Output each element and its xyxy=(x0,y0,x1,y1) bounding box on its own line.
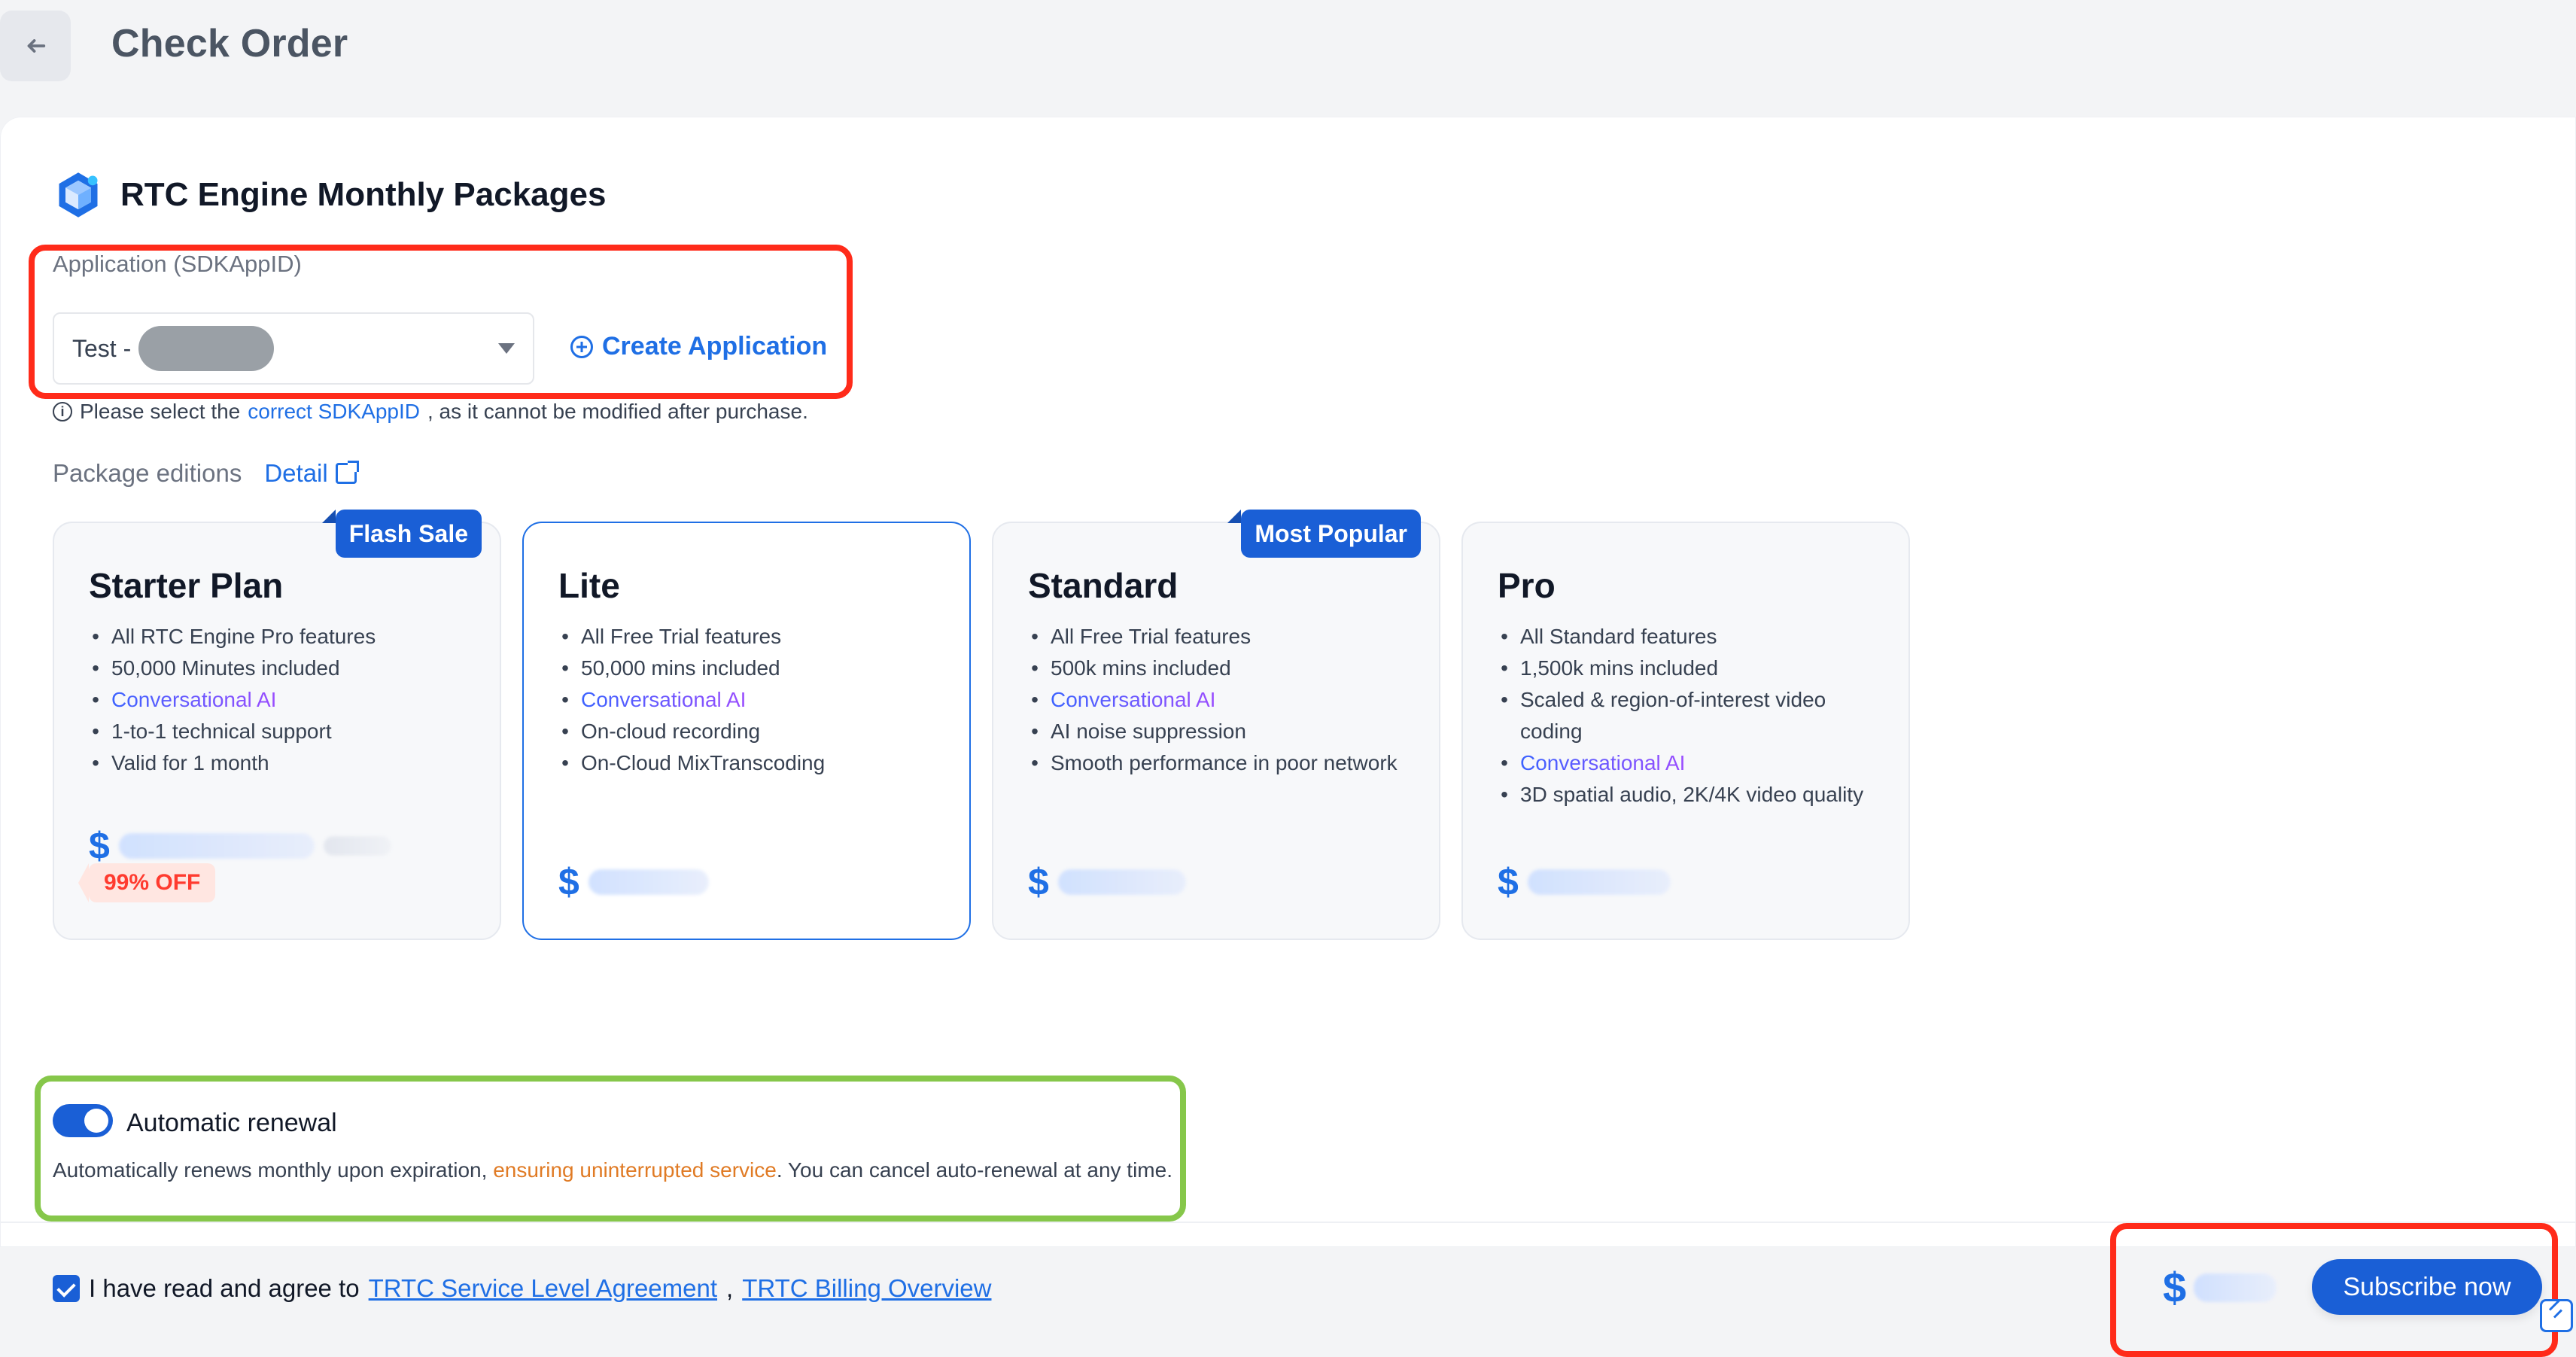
feature-item: • On-Cloud MixTranscoding xyxy=(561,751,826,774)
blurred-price xyxy=(1057,869,1186,895)
footer-divider xyxy=(0,1222,2576,1223)
feature-item: • Valid for 1 month xyxy=(92,751,269,774)
detail-label: Detail xyxy=(264,459,328,487)
total-price: $ xyxy=(2163,1264,2277,1311)
plus-circle-icon xyxy=(570,335,593,358)
create-application-link[interactable]: Create Application xyxy=(570,332,827,361)
highlight-box-renewal xyxy=(35,1076,1186,1222)
cube-logo-icon xyxy=(59,172,98,218)
blurred-price xyxy=(118,833,315,859)
feature-item: • All Free Trial features xyxy=(1031,625,1252,648)
blurred-price xyxy=(1527,869,1671,895)
renewal-desc-highlight: ensuring uninterrupted service xyxy=(493,1158,777,1182)
page-title: Check Order xyxy=(111,22,348,65)
billing-overview-link[interactable]: TRTC Billing Overview xyxy=(742,1274,991,1303)
most-popular-badge: Most Popular xyxy=(1227,510,1421,558)
price-row: $ xyxy=(558,863,709,901)
feature-item: • 50,000 Minutes included xyxy=(92,656,340,680)
feature-list: • All Free Trial features • 500k mins incl… xyxy=(1028,621,1404,779)
price-row: $ xyxy=(89,827,391,865)
discount-badge: 99% OFF xyxy=(89,863,216,902)
detail-link[interactable]: Detail xyxy=(264,459,359,488)
note-prefix: Please select the xyxy=(80,400,241,423)
sdkappid-select[interactable]: Test - xyxy=(53,312,534,385)
feature-item: • Conversational AI xyxy=(89,684,465,716)
package-name: Pro xyxy=(1498,566,1556,605)
package-card-lite[interactable]: Lite • All Free Trial features • 50,000 mi… xyxy=(522,522,971,940)
renewal-desc-prefix: Automatically renews monthly upon expira… xyxy=(53,1158,488,1182)
agreement-checkbox[interactable] xyxy=(53,1275,80,1302)
product-title: RTC Engine Monthly Packages xyxy=(120,176,607,213)
feature-list: • All RTC Engine Pro features • 50,000 Min… xyxy=(89,621,465,779)
feature-item: • 1,500k mins included xyxy=(1501,656,1719,680)
price-symbol: $ xyxy=(558,861,579,903)
feature-item: • AI noise suppression xyxy=(1031,720,1246,743)
feature-item: • 3D spatial audio, 2K/4K video quality xyxy=(1501,783,1864,806)
application-note: i Please select the correct SDKAppID , a… xyxy=(53,400,808,424)
price-symbol: $ xyxy=(1498,861,1519,903)
feature-item: • Scaled & region-of-interest video codin… xyxy=(1501,688,1826,743)
package-card-standard[interactable]: Most Popular Standard • All Free Trial fe… xyxy=(992,510,1440,940)
product-header: RTC Engine Monthly Packages xyxy=(53,169,606,221)
order-panel: RTC Engine Monthly Packages Application … xyxy=(0,117,2576,1357)
blurred-original-price xyxy=(323,836,391,856)
feature-item: • 500k mins included xyxy=(1031,656,1231,680)
feature-item: • Conversational AI xyxy=(1498,747,1874,779)
feature-item: • Conversational AI xyxy=(1028,684,1404,716)
price-symbol: $ xyxy=(1028,861,1049,903)
total-price-symbol: $ xyxy=(2163,1264,2187,1311)
auto-renewal-title: Automatic renewal xyxy=(126,1109,337,1137)
package-editions-label: Package editions xyxy=(53,459,242,487)
price-row: $ xyxy=(1498,863,1671,901)
auto-renewal-description: Automatically renews monthly upon expira… xyxy=(53,1158,1172,1182)
package-name: Lite xyxy=(558,566,620,605)
blurred-price xyxy=(588,869,709,895)
agreement-row: I have read and agree to TRTC Service Le… xyxy=(53,1274,992,1303)
agreement-comma: , xyxy=(726,1274,734,1302)
chevron-down-icon xyxy=(498,343,515,354)
renewal-desc-suffix: . You can cancel auto-renewal at any tim… xyxy=(776,1158,1172,1182)
redacted-app-id xyxy=(138,326,275,371)
feature-item: • All Free Trial features xyxy=(561,625,782,648)
back-arrow-icon xyxy=(27,39,46,53)
price-symbol: $ xyxy=(89,825,110,867)
feature-list: • All Free Trial features • 50,000 mins in… xyxy=(558,621,935,779)
external-link-icon xyxy=(335,461,359,484)
feature-list: • All Standard features • 1,500k mins incl… xyxy=(1498,621,1874,811)
blurred-total-price xyxy=(2194,1273,2277,1302)
package-editions-header: Package editions Detail xyxy=(53,459,359,488)
feature-item: • 50,000 mins included xyxy=(561,656,780,680)
feature-item: • All Standard features xyxy=(1501,625,1717,648)
feature-item: • 1-to-1 technical support xyxy=(92,720,332,743)
feature-item: • On-cloud recording xyxy=(561,720,761,743)
sla-link[interactable]: TRTC Service Level Agreement xyxy=(369,1274,717,1303)
agreement-prefix: I have read and agree to xyxy=(89,1274,360,1302)
package-card-pro[interactable]: Pro • All Standard features • 1,500k mins … xyxy=(1461,522,1910,940)
correct-sdkappid-link[interactable]: correct SDKAppID xyxy=(248,400,420,424)
package-cards: Flash Sale Starter Plan • All RTC Engine … xyxy=(53,510,1911,943)
feature-item: • Smooth performance in poor network xyxy=(1031,751,1397,774)
back-button[interactable] xyxy=(0,11,71,81)
price-row: $ xyxy=(1028,863,1186,901)
application-label: Application (SDKAppID) xyxy=(53,251,302,277)
package-name: Standard xyxy=(1028,566,1179,605)
feature-item: • Conversational AI xyxy=(558,684,935,716)
subscribe-now-button[interactable]: Subscribe now xyxy=(2312,1259,2542,1315)
info-icon: i xyxy=(53,402,72,421)
package-name: Starter Plan xyxy=(89,566,284,605)
sdkappid-selected-value: Test - xyxy=(72,334,132,362)
edit-icon[interactable] xyxy=(2540,1299,2573,1332)
create-application-label: Create Application xyxy=(602,332,828,361)
auto-renewal-toggle[interactable] xyxy=(53,1104,113,1137)
package-card-starter[interactable]: Flash Sale Starter Plan • All RTC Engine … xyxy=(53,510,501,940)
note-suffix: , as it cannot be modified after purchas… xyxy=(427,400,808,423)
feature-item: • All RTC Engine Pro features xyxy=(92,625,376,648)
flash-sale-badge: Flash Sale xyxy=(321,510,482,558)
top-bar: Check Order xyxy=(0,0,2576,117)
